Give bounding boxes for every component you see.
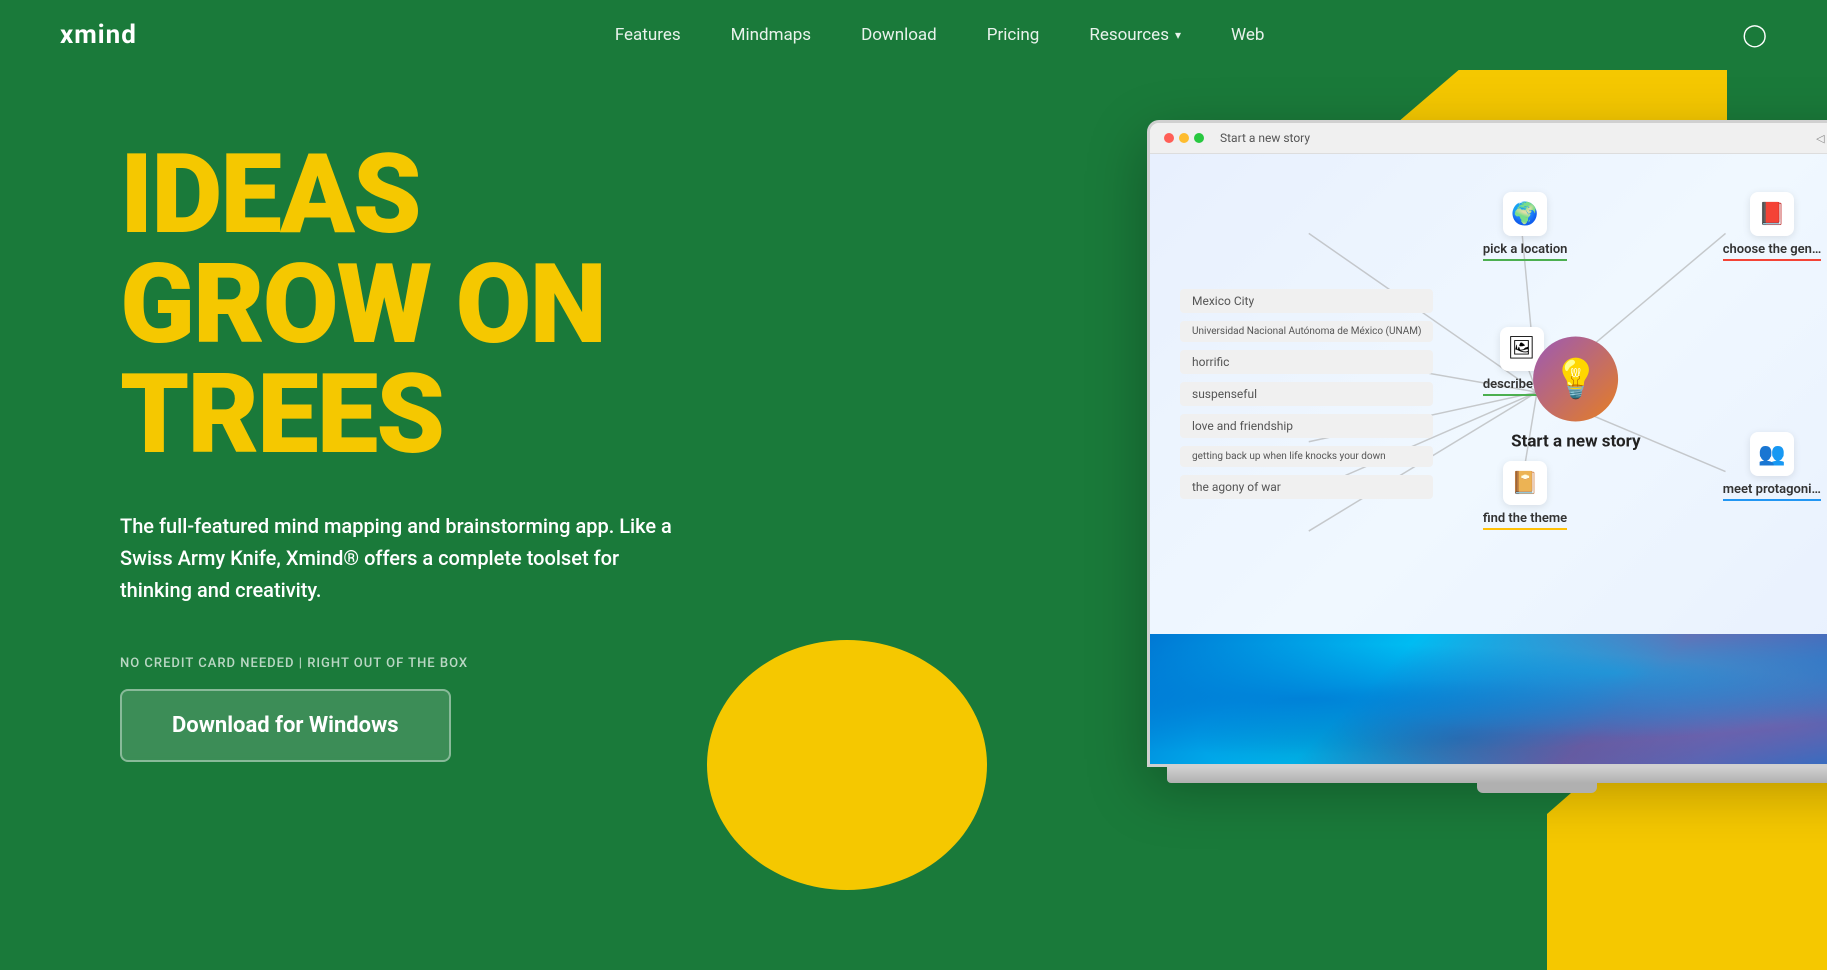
branch-meet-protag: 👥 meet protagoni…	[1723, 432, 1821, 501]
nav-features[interactable]: Features	[615, 25, 681, 45]
window-dots	[1164, 133, 1204, 143]
branch-label-protag: meet protagoni…	[1723, 482, 1821, 501]
app-toolbar: ◁ ▷ ↺ ⊞ ☆ ···	[1816, 132, 1827, 145]
hero-content: IDEAS GROW ON TREES The full-featured mi…	[120, 110, 680, 762]
center-label: Start a new story	[1511, 432, 1640, 452]
nav-links: Features Mindmaps Download Pricing Resou…	[615, 25, 1265, 45]
branch-choose-genre: 📕 choose the gen…	[1723, 192, 1822, 261]
nav-web[interactable]: Web	[1231, 25, 1264, 45]
side-text-agony: the agony of war	[1180, 475, 1433, 499]
dot-yellow	[1179, 133, 1189, 143]
dot-red	[1164, 133, 1174, 143]
branch-label-location: pick a location	[1483, 242, 1568, 261]
laptop-stand	[1477, 783, 1597, 793]
branch-icon-location: 🌍	[1503, 192, 1547, 236]
side-text-love: love and friendship	[1180, 414, 1433, 438]
app-titlebar: Start a new story ◁ ▷ ↺ ⊞ ☆ ···	[1150, 123, 1827, 154]
branch-icon-protag: 👥	[1750, 432, 1794, 476]
nav-mindmaps[interactable]: Mindmaps	[731, 25, 811, 45]
win-waves	[1150, 634, 1827, 764]
chevron-down-icon: ▾	[1175, 28, 1181, 42]
branch-icon-genre: 📕	[1750, 192, 1794, 236]
branch-icon-theme: 📔	[1503, 461, 1547, 505]
user-icon[interactable]: ◯	[1742, 23, 1767, 48]
side-text-unam: Universidad Nacional Autónoma de México …	[1180, 321, 1433, 342]
branch-pick-location: 🌍 pick a location	[1483, 192, 1568, 261]
nav-download[interactable]: Download	[861, 25, 937, 45]
brand-logo[interactable]: xmind	[60, 20, 137, 50]
branch-label-genre: choose the gen…	[1723, 242, 1822, 261]
side-text-getting-back: getting back up when life knocks your do…	[1180, 446, 1433, 467]
hero-title: IDEAS GROW ON TREES	[120, 140, 680, 470]
download-windows-button[interactable]: Download for Windows	[120, 689, 451, 762]
side-text-suspenseful: suspenseful	[1180, 382, 1433, 406]
navbar: xmind Features Mindmaps Download Pricing…	[0, 0, 1827, 70]
dot-green	[1194, 133, 1204, 143]
branch-label-theme: find the theme	[1483, 511, 1567, 530]
toolbar-back-icon[interactable]: ◁	[1816, 132, 1824, 145]
laptop-screen: Start a new story ◁ ▷ ↺ ⊞ ☆ ···	[1147, 120, 1827, 767]
app-content: 💡 Start a new story 🌍 pick a location 🖼 …	[1150, 154, 1827, 634]
nav-resources[interactable]: Resources ▾	[1089, 25, 1181, 45]
cta-label: NO CREDIT CARD NEEDED | RIGHT OUT OF THE…	[120, 656, 680, 671]
laptop-windows-decoration	[1150, 634, 1827, 764]
center-icon: 💡	[1533, 337, 1618, 422]
laptop-mockup: Start a new story ◁ ▷ ↺ ⊞ ☆ ···	[1147, 120, 1827, 793]
branch-find-theme: 📔 find the theme	[1483, 461, 1567, 530]
laptop-base	[1167, 767, 1827, 783]
mindmap-center: 💡 Start a new story	[1511, 337, 1640, 452]
side-text-mexico-city: Mexico City	[1180, 289, 1433, 313]
hero-description: The full-featured mind mapping and brain…	[120, 510, 680, 606]
nav-right: ◯	[1742, 23, 1767, 48]
nav-pricing[interactable]: Pricing	[987, 25, 1040, 45]
shape-bottom-left	[707, 640, 987, 890]
side-text-block: Mexico City Universidad Nacional Autónom…	[1180, 289, 1433, 499]
hero-title-line3: TREES	[120, 350, 443, 479]
hero-section: IDEAS GROW ON TREES The full-featured mi…	[0, 70, 1827, 970]
titlebar-title: Start a new story	[1220, 131, 1808, 145]
side-text-horrific: horrific	[1180, 350, 1433, 374]
